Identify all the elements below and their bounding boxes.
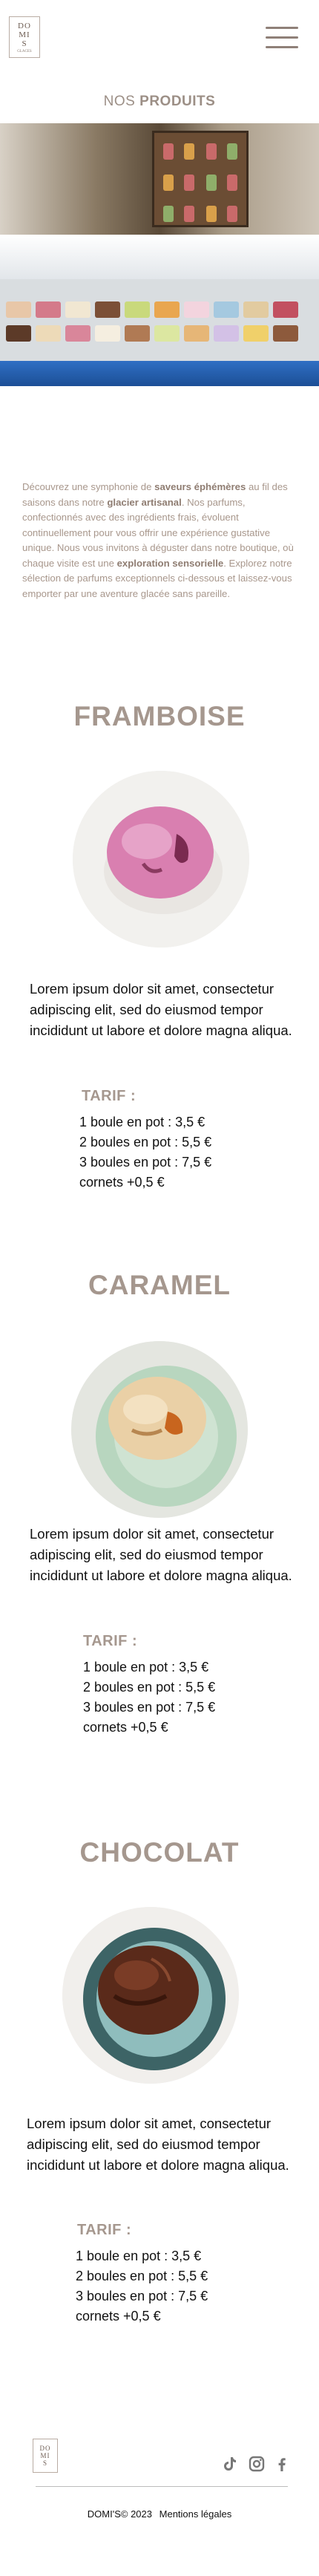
product-description: Lorem ipsum dolor sit amet, consectetur … (30, 981, 292, 1038)
tarif-label: TARIF : (83, 1633, 138, 1649)
logo-subtitle: GLACES (17, 49, 32, 53)
product-image-framboise (73, 771, 249, 948)
footer-bar: DOMI'S© 2023 Mentions légales (0, 2508, 319, 2520)
product-image-chocolat (62, 1907, 239, 2084)
tarif-label: TARIF : (77, 2222, 132, 2238)
price-line: 3 boules en pot : 7,5 € (79, 1155, 212, 1170)
instagram-icon[interactable] (248, 2455, 266, 2473)
product-name: CARAMEL (88, 1270, 231, 1300)
price-line: 2 boules en pot : 5,5 € (79, 1135, 212, 1150)
site-header: DO MI S GLACES (0, 0, 319, 74)
price-line: cornets +0,5 € (83, 1720, 168, 1735)
brand-logo[interactable]: DO MI S GLACES (9, 16, 40, 58)
facebook-icon[interactable] (273, 2455, 291, 2473)
price-line: 1 boule en pot : 3,5 € (76, 2249, 202, 2263)
product-description: Lorem ipsum dolor sit amet, consectetur … (27, 2116, 289, 2173)
price-line: 3 boules en pot : 7,5 € (76, 2289, 208, 2303)
legal-link[interactable]: Mentions légales (160, 2508, 232, 2520)
price-line: 2 boules en pot : 5,5 € (83, 1680, 216, 1695)
menu-burger-button[interactable] (266, 24, 298, 50)
logo-letters-2: MI (19, 30, 30, 39)
footer-logo[interactable]: DO MI S (33, 2439, 58, 2473)
logo-letters-3: S (22, 39, 27, 48)
price-line: 1 boule en pot : 3,5 € (79, 1115, 205, 1129)
intro-text: Découvrez une symphonie de (22, 481, 155, 492)
shop-display-image (0, 123, 319, 386)
ice-cream-showcase (0, 279, 319, 368)
footer-logo-letters-1: DO (39, 2445, 51, 2452)
price-line: cornets +0,5 € (76, 2309, 161, 2324)
product-image-caramel (71, 1341, 248, 1518)
product-name: FRAMBOISE (73, 701, 246, 731)
burger-line (266, 46, 298, 48)
tiktok-icon[interactable] (221, 2455, 239, 2473)
price-line: 2 boules en pot : 5,5 € (76, 2269, 208, 2283)
section-title-light: NOS (103, 94, 136, 109)
burger-line (266, 27, 298, 29)
logo-letters-1: DO (18, 21, 31, 30)
footer-divider (36, 2486, 288, 2487)
price-line: cornets +0,5 € (79, 1175, 165, 1190)
intro-highlight: saveurs éphémères (154, 481, 246, 492)
product-description: Lorem ipsum dolor sit amet, consectetur … (30, 1526, 292, 1583)
intro-highlight: glacier artisanal (107, 496, 182, 508)
product-name: CHOCOLAT (79, 1837, 240, 1868)
price-line: 3 boules en pot : 7,5 € (83, 1700, 216, 1715)
tarif-label: TARIF : (82, 1088, 137, 1104)
footer-logo-letters-2: MI (40, 2452, 50, 2459)
burger-line (266, 36, 298, 39)
intro-paragraph: Découvrez une symphonie de saveurs éphém… (22, 480, 297, 601)
price-line: 1 boule en pot : 3,5 € (83, 1660, 209, 1675)
section-title-bold: PRODUITS (139, 94, 216, 109)
shelf-display (152, 131, 249, 227)
intro-highlight: exploration sensorielle (116, 557, 224, 569)
footer-logo-letters-3: S (42, 2459, 47, 2467)
section-title: NOS PRODUITS (0, 94, 319, 110)
copyright-text: DOMI'S© 2023 (87, 2508, 153, 2520)
